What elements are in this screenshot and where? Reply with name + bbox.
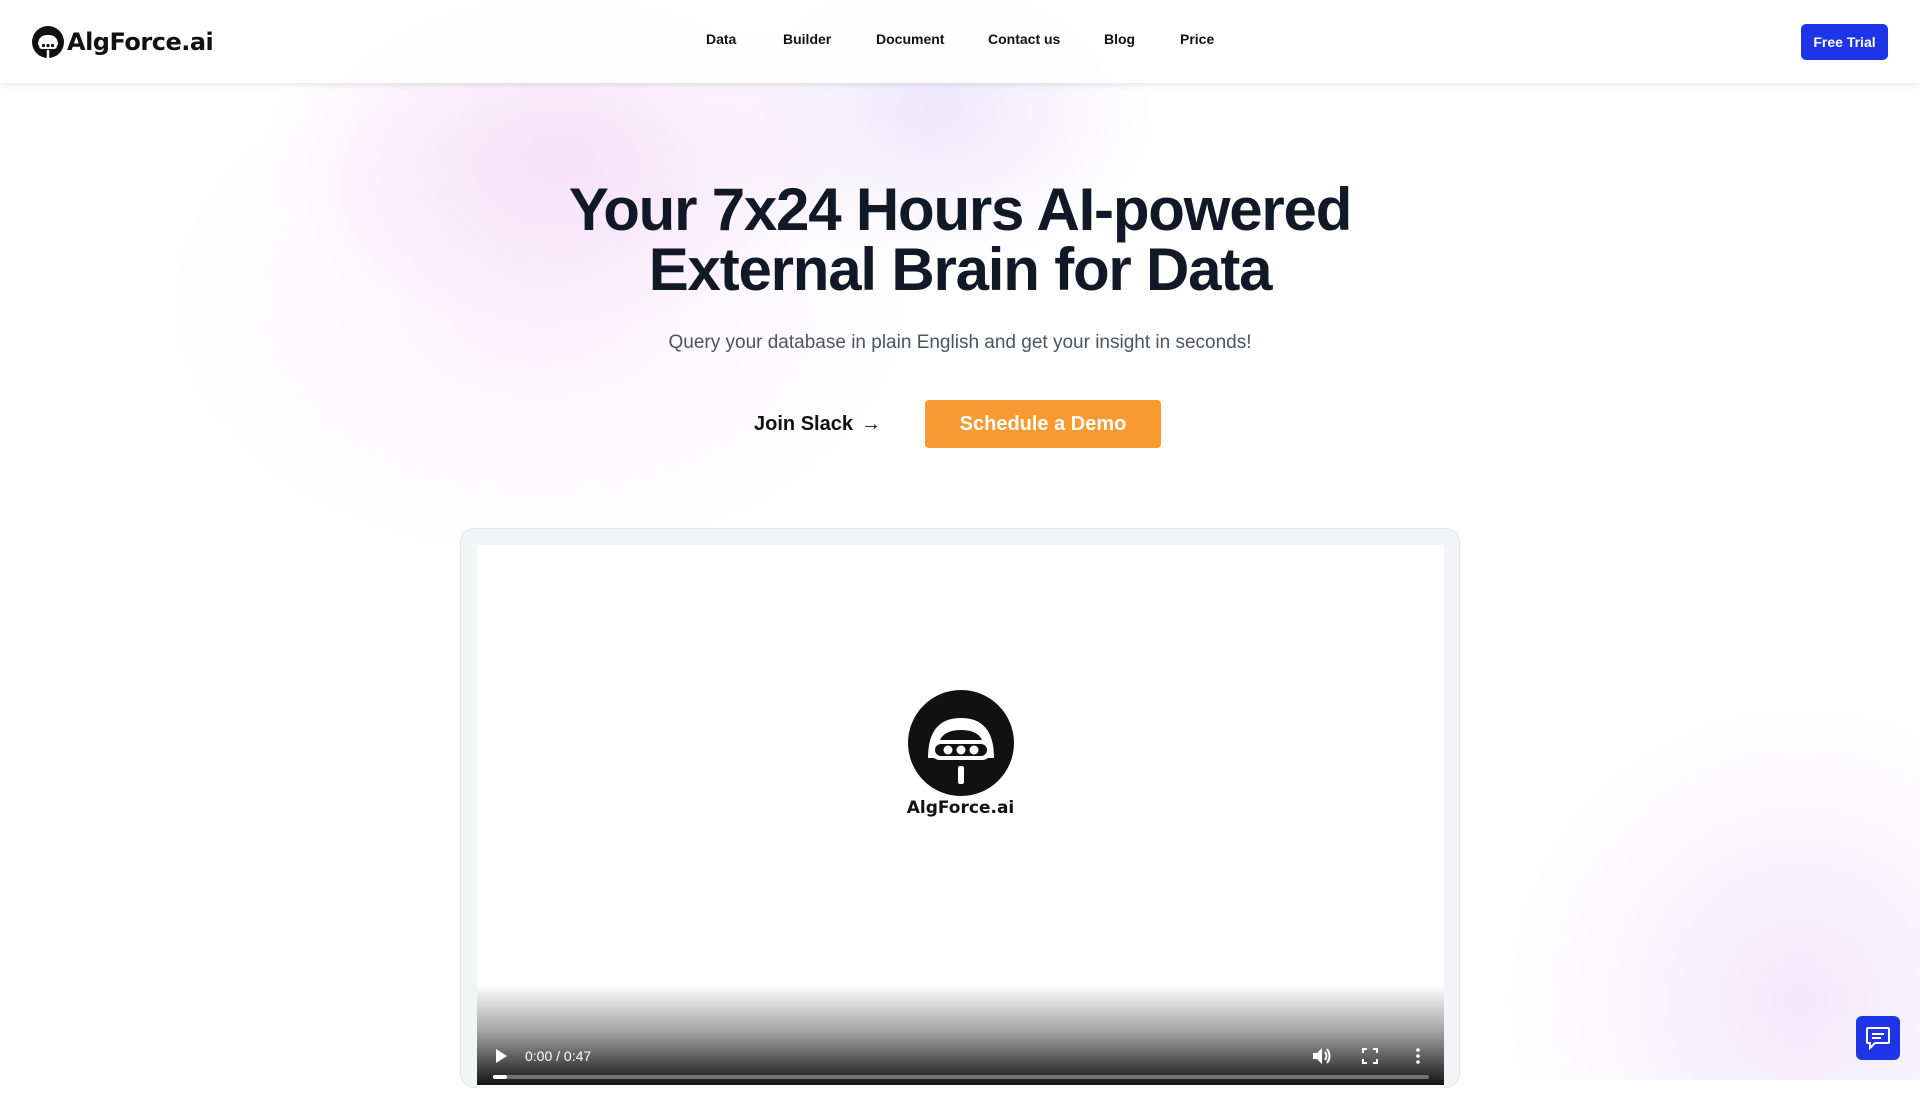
video-logo-text: AlgForce.ai — [906, 798, 1015, 818]
play-icon[interactable] — [491, 1046, 511, 1066]
nav-item-document[interactable]: Document — [876, 31, 944, 47]
nav-item-blog[interactable]: Blog — [1104, 31, 1135, 47]
arrow-right-icon: → — [860, 412, 881, 435]
volume-icon[interactable] — [1312, 1046, 1332, 1066]
join-slack-link[interactable]: Join Slack → — [740, 400, 895, 448]
hero-subtitle: Query your database in plain English and… — [668, 332, 1252, 353]
video-controls: 0:00 / 0:47 — [477, 985, 1444, 1085]
nav-item-contact-us[interactable]: Contact us — [988, 31, 1060, 47]
chat-button[interactable] — [1856, 1016, 1900, 1060]
schedule-demo-button[interactable]: Schedule a Demo — [925, 400, 1161, 448]
join-slack-label: Join Slack — [754, 412, 853, 435]
fullscreen-icon[interactable] — [1360, 1046, 1380, 1066]
hero-title-line-2: External Brain for Data — [648, 236, 1273, 303]
video-time: 0:00 / 0:47 — [525, 1048, 592, 1064]
chat-icon — [1866, 1027, 1890, 1050]
video-frame: AlgForce.ai 0:00 / 0:47 — [460, 528, 1460, 1105]
video-progress-bar[interactable] — [493, 1075, 1429, 1079]
algforce-logo-icon — [908, 690, 1014, 796]
hero-title: Your 7x24 Hours AI-powered External Brai… — [460, 180, 1460, 300]
site-header: AlgForce.ai Data Builder Document Contac… — [0, 0, 1920, 83]
more-options-icon[interactable] — [1408, 1046, 1428, 1066]
free-trial-button[interactable]: Free Trial — [1801, 24, 1888, 60]
video-progress-fill — [493, 1075, 508, 1079]
hero-title-line-1: Your 7x24 Hours AI-powered — [568, 176, 1353, 243]
nav-item-builder[interactable]: Builder — [783, 31, 831, 47]
video-player[interactable]: AlgForce.ai 0:00 / 0:47 — [477, 545, 1444, 1105]
main-nav: Data Builder Document Contact us Blog Pr… — [0, 31, 1920, 53]
nav-item-price[interactable]: Price — [1180, 31, 1214, 47]
nav-item-data[interactable]: Data — [706, 31, 736, 47]
